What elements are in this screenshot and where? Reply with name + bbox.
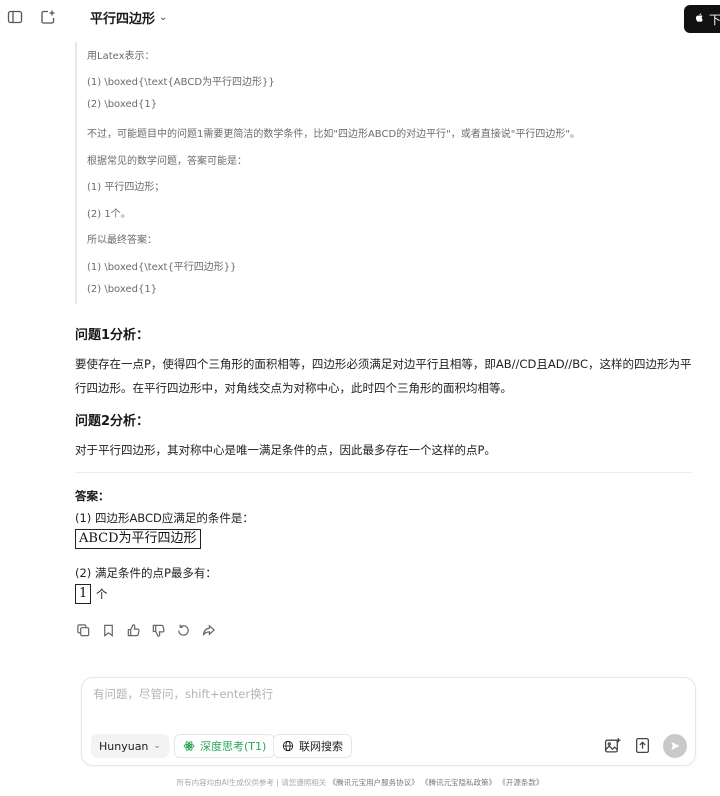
thumbs-down-icon[interactable] — [151, 623, 166, 638]
deep-think-toggle[interactable]: 深度思考(T1) — [174, 734, 276, 758]
globe-icon — [282, 740, 294, 752]
file-upload-icon[interactable] — [634, 737, 651, 754]
section-divider — [75, 472, 692, 473]
model-selector[interactable]: Hunyuan ⌄ — [91, 734, 169, 758]
bookmark-icon[interactable] — [101, 623, 116, 638]
apple-icon — [694, 12, 705, 26]
user-agreement-link[interactable]: 《腾讯元宝用户服务协议》 — [329, 778, 419, 787]
deep-think-label: 深度思考(T1) — [200, 740, 267, 753]
thinking-line: 用Latex表示： — [87, 51, 155, 62]
conversation-title[interactable]: 平行四边形 ⌄ — [90, 8, 167, 27]
share-icon[interactable] — [201, 623, 216, 638]
privacy-policy-link[interactable]: 《腾讯元宝隐私政策》 — [421, 778, 496, 787]
thinking-line: (1) \boxed{\text{平行四边形}} — [87, 262, 237, 273]
q2-text: 对于平行四边形，其对称中心是唯一满足条件的点，因此最多存在一个这样的点P。 — [75, 443, 496, 457]
send-arrow-icon — [669, 740, 681, 752]
copy-icon[interactable] — [76, 623, 91, 638]
q2-heading: 问题2分析： — [75, 414, 150, 429]
thinking-line: (2) \boxed{1} — [87, 284, 158, 295]
sidebar-toggle-icon[interactable] — [7, 9, 23, 25]
thinking-line: 不过，可能题目中的问题1需要更简洁的数学条件，比如"四边形ABCD的对边平行"，… — [87, 129, 580, 140]
footer-links-prefix: 请您遵照相关 — [281, 778, 327, 787]
footer-separator: | — [276, 778, 279, 787]
chat-composer: Hunyuan ⌄ 深度思考(T1) 联网搜索 — [81, 677, 696, 766]
footer-notice: 所有内容均由AI生成仅供参考 — [176, 778, 274, 787]
thinking-block: 用Latex表示： (1) \boxed{\text{ABCD为平行四边形}} … — [75, 42, 675, 304]
footer-disclaimer: 所有内容均由AI生成仅供参考 | 请您遵照相关 《腾讯元宝用户服务协议》 《腾讯… — [0, 777, 720, 788]
model-label: Hunyuan — [99, 739, 149, 753]
conversation-title-text: 平行四边形 — [90, 12, 156, 27]
thinking-line: (2) 1个。 — [87, 209, 131, 220]
download-app-button[interactable]: 下 — [684, 5, 720, 33]
message-actions — [76, 623, 216, 638]
q1-heading: 问题1分析： — [75, 328, 150, 343]
chevron-down-icon: ⌄ — [159, 12, 168, 23]
answer-line-2: (2) 满足条件的点P最多有： — [75, 566, 217, 580]
atom-icon — [183, 740, 195, 752]
web-search-toggle[interactable]: 联网搜索 — [273, 734, 352, 758]
chevron-down-icon: ⌄ — [153, 741, 161, 751]
new-chat-icon[interactable] — [40, 9, 56, 25]
q1-text: 要使存在一点P，使得四个三角形的面积相等，四边形必须满足对边平行且相等，即AB/… — [75, 357, 692, 395]
thinking-line: (1) \boxed{\text{ABCD为平行四边形}} — [87, 77, 275, 88]
thinking-line: 所以最终答案： — [87, 235, 157, 246]
answer-box-1: ABCD为平行四边形 — [75, 529, 201, 549]
web-search-label: 联网搜索 — [299, 740, 343, 753]
answer-line-1: (1) 四边形ABCD应满足的条件是： — [75, 511, 254, 525]
thinking-line: (2) \boxed{1} — [87, 99, 158, 110]
answer-box-2: 1 — [75, 584, 92, 604]
send-button[interactable] — [663, 734, 687, 758]
open-source-terms-link[interactable]: 《开源条款》 — [498, 778, 543, 787]
answer-label: 答案： — [75, 489, 110, 503]
download-label: 下 — [709, 12, 720, 27]
thinking-line: (1) 平行四边形； — [87, 182, 165, 193]
thinking-line: 根据常见的数学问题，答案可能是： — [87, 156, 247, 167]
answer-box-2-suffix: 个 — [96, 587, 108, 601]
top-bar: 平行四边形 ⌄ 下 — [0, 0, 720, 34]
thumbs-up-icon[interactable] — [126, 623, 141, 638]
regenerate-icon[interactable] — [176, 623, 191, 638]
chat-input[interactable] — [93, 687, 613, 701]
image-upload-icon[interactable] — [604, 737, 621, 754]
